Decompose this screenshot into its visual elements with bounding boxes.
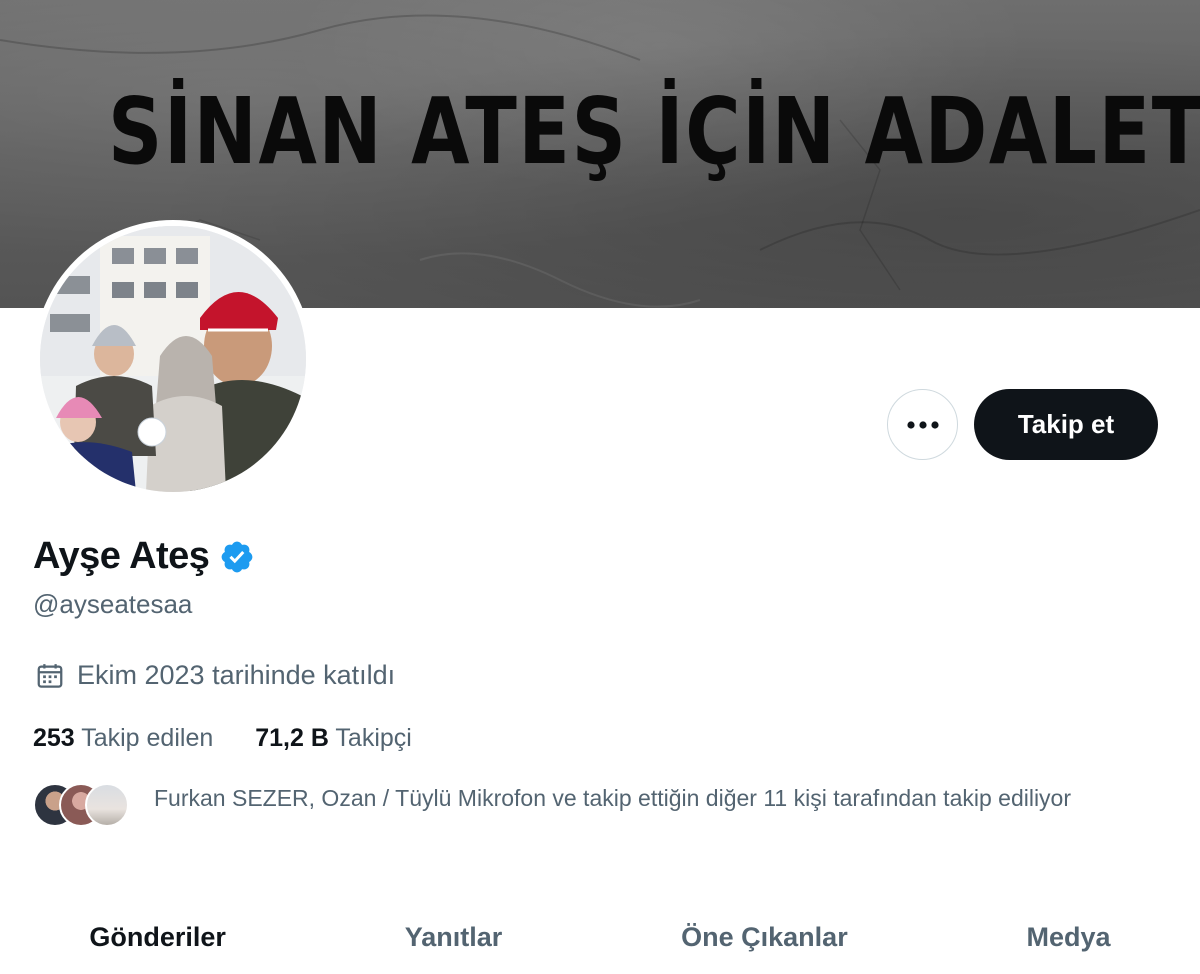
more-options-button[interactable] <box>887 389 958 460</box>
following-label: Takip edilen <box>81 724 214 752</box>
tab-posts[interactable]: Gönderiler <box>79 922 236 953</box>
verified-badge-icon[interactable] <box>219 539 255 575</box>
following-count: 253 <box>33 724 75 752</box>
profile-avatar[interactable] <box>34 220 312 498</box>
more-horizontal-icon <box>906 420 939 429</box>
following-link[interactable]: 253 Takip edilen <box>33 724 213 753</box>
family-photo-illustration <box>40 226 306 492</box>
profile-tabs: Gönderiler Yanıtlar Öne Çıkanlar Medya <box>0 900 1200 974</box>
followed-by-text: Furkan SEZER, Ozan / Tüylü Mikrofon ve t… <box>154 785 1072 811</box>
tab-replies[interactable]: Yanıtlar <box>395 922 513 953</box>
followers-link[interactable]: 71,2 B Takipçi <box>255 724 412 753</box>
followers-you-know[interactable]: Furkan SEZER, Ozan / Tüylü Mikrofon ve t… <box>33 781 1173 829</box>
mutual-avatars <box>33 781 129 829</box>
follow-button[interactable]: Takip et <box>974 389 1158 460</box>
calendar-icon <box>37 663 63 688</box>
follow-stats: 253 Takip edilen 71,2 B Takipçi <box>33 724 412 753</box>
banner-slogan: SİNAN ATEŞ İÇİN ADALET! <box>108 78 1200 185</box>
tab-media[interactable]: Medya <box>1017 922 1121 953</box>
joined-date: Ekim 2023 tarihinde katıldı <box>35 660 395 691</box>
mutual-avatar-3 <box>85 783 129 827</box>
followers-count: 71,2 B <box>255 724 329 752</box>
avatar-photo <box>40 226 306 492</box>
profile-display-name: Ayşe Ateş <box>33 535 255 578</box>
profile-handle: @ayseatesaa <box>33 589 193 619</box>
tab-highlights[interactable]: Öne Çıkanlar <box>671 922 858 953</box>
joined-text: Ekim 2023 tarihinde katıldı <box>77 660 396 690</box>
followers-label: Takipçi <box>335 724 412 752</box>
display-name-text: Ayşe Ateş <box>33 535 210 577</box>
